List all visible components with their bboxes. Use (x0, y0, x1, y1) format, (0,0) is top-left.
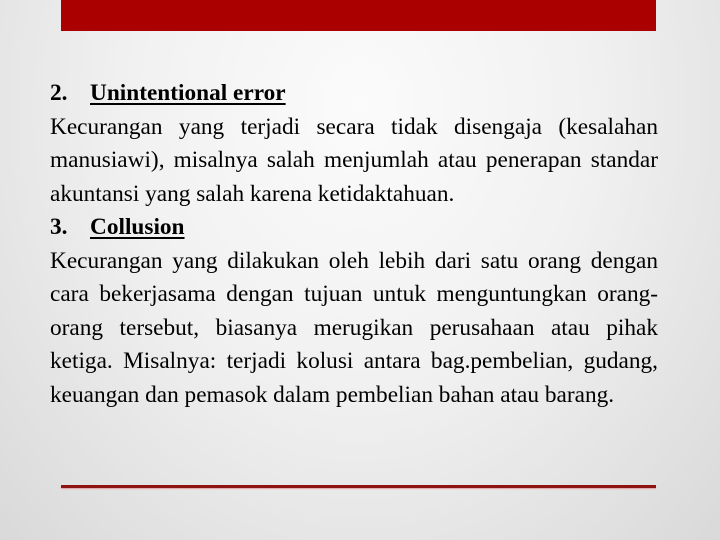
bottom-divider (61, 485, 656, 488)
top-accent-bar (61, 0, 656, 31)
section-number: 2. (50, 80, 68, 106)
section-number: 3. (50, 214, 68, 240)
section-body-collusion: Kecurangan yang dilakukan oleh lebih dar… (50, 247, 658, 408)
section-heading-collusion: 3. Collusion (50, 211, 658, 245)
section-heading-unintentional-error: 2. Unintentional error (50, 77, 658, 111)
section-title: Collusion (90, 214, 185, 240)
slide-content: 2. Unintentional error Kecurangan yang t… (50, 77, 658, 412)
section-title: Unintentional error (90, 80, 286, 106)
section-body-unintentional-error: Kecurangan yang terjadi secara tidak dis… (50, 113, 658, 207)
